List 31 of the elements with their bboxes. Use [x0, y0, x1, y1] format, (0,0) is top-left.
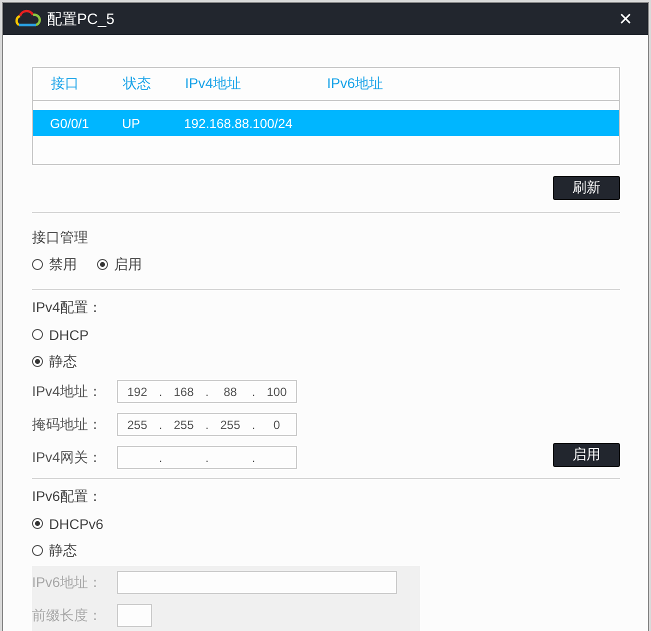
- section-title: IPv4配置：: [32, 299, 104, 317]
- section-title: 接口管理: [32, 229, 89, 247]
- radio-icon[interactable]: [32, 356, 43, 367]
- close-button[interactable]: ×: [615, 8, 636, 30]
- radio-option[interactable]: DHCP: [32, 325, 89, 344]
- ip-address-field[interactable]: 192 . 168 . 88 . 100: [117, 380, 297, 403]
- field-label: IPv4网关：: [32, 448, 104, 466]
- table-cell-text: 192.168.88.100/24: [184, 116, 294, 130]
- field-label: 前缀长度：: [32, 606, 103, 624]
- radio-icon[interactable]: [32, 259, 43, 270]
- column-header: 接口: [51, 75, 80, 93]
- column-header: IPv4地址: [185, 75, 242, 93]
- radio-option[interactable]: 启用: [97, 255, 142, 274]
- column-header: IPv6地址: [327, 75, 384, 93]
- field-label: IPv6地址：: [32, 574, 104, 592]
- radio-option[interactable]: 禁用: [32, 255, 77, 274]
- section-title: IPv6配置：: [32, 488, 104, 506]
- table-cell-text: G0/0/1: [50, 116, 90, 130]
- radio-icon[interactable]: [97, 259, 108, 270]
- refresh-button[interactable]: 刷新: [553, 176, 620, 200]
- cloud-logo-icon: [13, 9, 41, 29]
- ip-address-field[interactable]: . . .: [117, 446, 297, 469]
- field-label: IPv4地址：: [32, 382, 104, 400]
- field-label: 掩码地址：: [32, 416, 103, 434]
- apply-button[interactable]: 启用: [553, 443, 620, 467]
- radio-icon[interactable]: [32, 329, 43, 340]
- ip-address-field[interactable]: 255 . 255 . 255 . 0: [117, 413, 297, 436]
- column-header: 状态: [123, 75, 152, 93]
- window-title: 配置PC_5: [47, 10, 116, 28]
- table-cell-text: UP: [122, 116, 142, 130]
- radio-option[interactable]: 静态: [32, 352, 77, 371]
